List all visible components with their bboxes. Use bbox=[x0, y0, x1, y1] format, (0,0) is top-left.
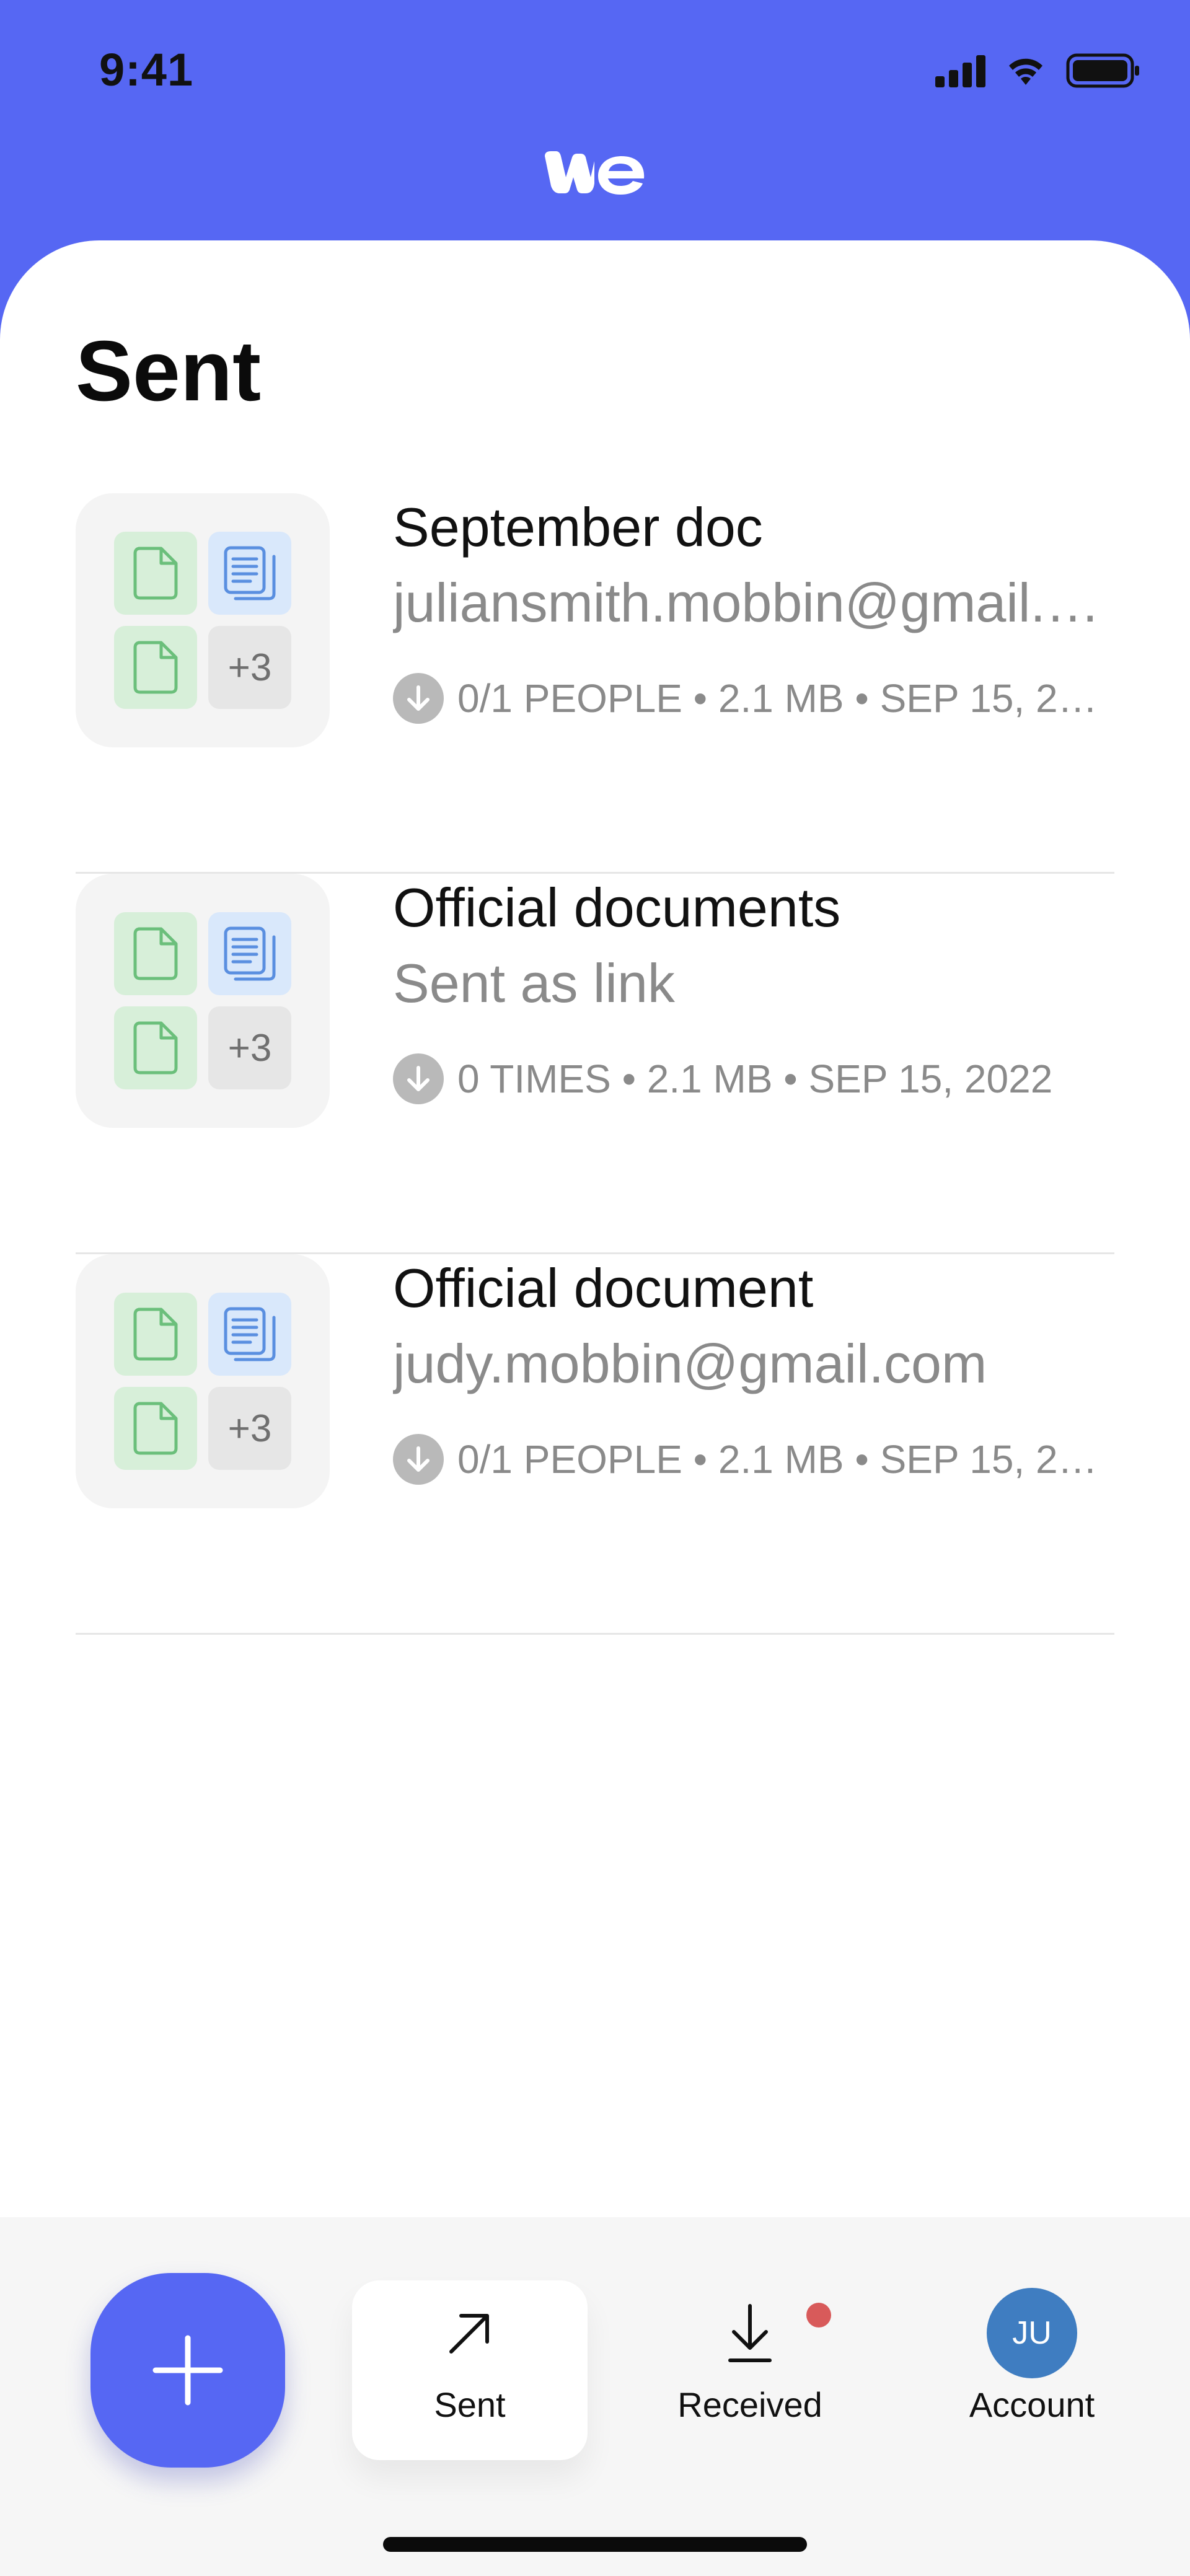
transfer-item[interactable]: +3 September doc juliansmith.mobbin@gmai… bbox=[76, 493, 1114, 874]
transfer-meta: 0/1 PEOPLE • 2.1 MB • SEP 15, 2022 bbox=[393, 1434, 1114, 1485]
transfer-thumbnail: +3 bbox=[76, 874, 330, 1128]
transfer-recipient: judy.mobbin@gmail.com bbox=[393, 1333, 987, 1394]
transfer-meta-text: 0 TIMES • 2.1 MB • SEP 15, 2022 bbox=[457, 1057, 1053, 1101]
transfer-title: Official documents bbox=[393, 877, 841, 938]
plus-icon bbox=[152, 2335, 223, 2406]
transfer-meta-text: 0/1 PEOPLE • 2.1 MB • SEP 15, 2022 bbox=[457, 1437, 1114, 1482]
app-screen: 9:41 Sent +3 September doc juliansmith.m… bbox=[0, 0, 1190, 2576]
more-files-badge: +3 bbox=[208, 1006, 291, 1089]
transfer-item[interactable]: +3 Official document judy.mobbin@gmail.c… bbox=[76, 1254, 1114, 1635]
nav-label-sent: Sent bbox=[434, 2385, 506, 2424]
transfer-item[interactable]: +3 Official documents Sent as link 0 TIM… bbox=[76, 874, 1114, 1254]
battery-icon bbox=[1066, 53, 1140, 88]
more-files-count: +3 bbox=[227, 1026, 272, 1070]
home-indicator bbox=[383, 2537, 807, 2552]
wetransfer-logo bbox=[542, 143, 648, 204]
download-icon bbox=[393, 673, 444, 724]
page-title: Sent bbox=[76, 323, 262, 419]
nav-label-received: Received bbox=[677, 2385, 822, 2424]
transfer-thumbnail: +3 bbox=[76, 493, 330, 747]
avatar-wrapper: JU bbox=[987, 2288, 1077, 2378]
cellular-signal-icon bbox=[935, 54, 985, 87]
download-icon bbox=[393, 1434, 444, 1485]
nav-tab-account[interactable]: JU Account bbox=[914, 2280, 1150, 2460]
document-stack-icon bbox=[208, 532, 291, 615]
status-icons bbox=[935, 53, 1140, 88]
new-transfer-button[interactable] bbox=[90, 2273, 285, 2468]
more-files-count: +3 bbox=[227, 1407, 272, 1450]
nav-tab-received[interactable]: Received bbox=[632, 2280, 868, 2460]
divider bbox=[76, 1633, 1114, 1635]
document-stack-icon bbox=[208, 1293, 291, 1376]
transfer-recipient: juliansmith.mobbin@gmail.com bbox=[393, 572, 1114, 633]
nav-label-account: Account bbox=[969, 2385, 1095, 2424]
file-icon bbox=[114, 626, 197, 709]
file-icon bbox=[114, 1293, 197, 1376]
avatar: JU bbox=[987, 2288, 1077, 2378]
wifi-icon bbox=[1004, 54, 1047, 87]
more-files-badge: +3 bbox=[208, 1387, 291, 1470]
more-files-count: +3 bbox=[227, 646, 272, 689]
nav-tab-sent[interactable]: Sent bbox=[352, 2280, 588, 2460]
more-files-badge: +3 bbox=[208, 626, 291, 709]
file-icon bbox=[114, 532, 197, 615]
document-stack-icon bbox=[208, 912, 291, 995]
transfer-title: September doc bbox=[393, 496, 763, 558]
transfer-thumbnail: +3 bbox=[76, 1254, 330, 1508]
transfer-meta-text: 0/1 PEOPLE • 2.1 MB • SEP 15, 2022 bbox=[457, 676, 1114, 721]
status-time: 9:41 bbox=[99, 44, 194, 95]
download-icon bbox=[725, 2293, 775, 2373]
status-bar: 9:41 bbox=[0, 0, 1190, 143]
file-icon bbox=[114, 1006, 197, 1089]
transfer-meta: 0 TIMES • 2.1 MB • SEP 15, 2022 bbox=[393, 1053, 1114, 1104]
transfer-meta: 0/1 PEOPLE • 2.1 MB • SEP 15, 2022 bbox=[393, 673, 1114, 724]
notification-dot bbox=[806, 2303, 831, 2328]
arrow-up-right-icon bbox=[445, 2293, 495, 2373]
download-icon bbox=[393, 1053, 444, 1104]
transfer-title: Official document bbox=[393, 1257, 814, 1319]
file-icon bbox=[114, 1387, 197, 1470]
transfer-recipient: Sent as link bbox=[393, 952, 675, 1014]
file-icon bbox=[114, 912, 197, 995]
